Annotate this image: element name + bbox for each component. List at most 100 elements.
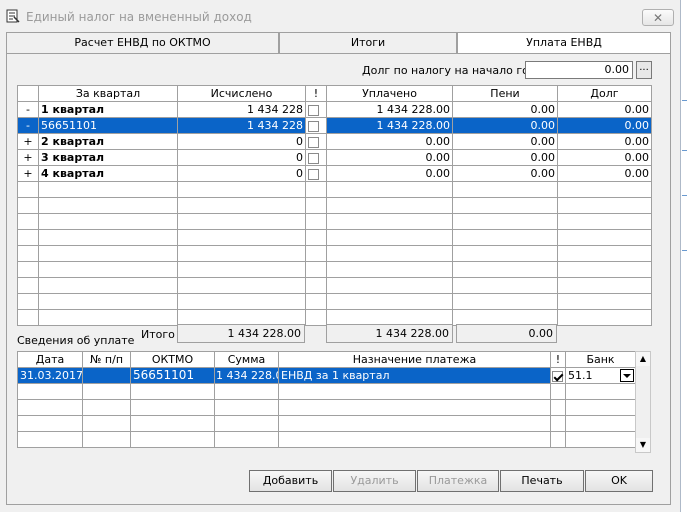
payments-header-row: Дата № п/п ОКТМО Сумма Назначение платеж… <box>17 351 636 368</box>
bank-value[interactable]: 51.1 <box>568 369 593 382</box>
paid-cell: 0.00 <box>326 133 453 150</box>
expander-toggle[interactable]: + <box>17 165 39 182</box>
payment-order-button[interactable]: Платежка <box>417 470 499 492</box>
column-header-quarter[interactable]: За квартал <box>38 85 178 102</box>
empty-row <box>17 431 636 448</box>
quarter-name: 4 квартал <box>38 165 178 182</box>
column-header-flag[interactable]: ! <box>550 351 566 368</box>
scroll-up-icon[interactable]: ▲ <box>636 352 650 366</box>
paid-cell: 1 434 228.00 <box>326 117 453 134</box>
expander-toggle[interactable]: - <box>17 101 39 118</box>
app-icon <box>6 9 20 23</box>
ok-button[interactable]: OK <box>585 470 653 492</box>
column-header-date[interactable]: Дата <box>17 351 83 368</box>
payment-date[interactable]: 31.03.2017 <box>17 367 83 384</box>
payment-purpose[interactable]: ЕНВД за 1 квартал <box>278 367 551 384</box>
close-icon: ✕ <box>652 11 664 25</box>
payment-number[interactable] <box>82 367 131 384</box>
row-checkbox[interactable] <box>308 136 319 148</box>
paid-cell: 0.00 <box>326 165 453 182</box>
payment-oktmo[interactable]: 56651101 <box>130 367 215 384</box>
dialog-window: Единый налог на вмененный доход ✕ Расчет… <box>0 0 681 512</box>
calculated-cell: 0 <box>177 149 306 166</box>
column-header-oktmo[interactable]: ОКТМО <box>130 351 215 368</box>
debt-cell: 0.00 <box>557 101 652 118</box>
quarter-name: 1 квартал <box>38 101 178 118</box>
expander-toggle[interactable]: + <box>17 149 39 166</box>
column-header-penalty[interactable]: Пени <box>452 85 558 102</box>
penalty-cell: 0.00 <box>452 133 558 150</box>
column-header-debt[interactable]: Долг <box>557 85 652 102</box>
quarter-row-selected[interactable]: - 56651101 1 434 228 1 434 228.00 0.00 0… <box>17 117 652 134</box>
quarter-row[interactable]: + 2 квартал 0 0.00 0.00 0.00 <box>17 133 652 150</box>
penalty-cell: 0.00 <box>452 165 558 182</box>
delete-button[interactable]: Удалить <box>333 470 416 492</box>
close-button[interactable]: ✕ <box>642 9 674 26</box>
total-calculated: 1 434 228.00 <box>177 324 305 343</box>
totals-label: Итого <box>141 328 175 341</box>
empty-row <box>17 383 636 400</box>
payment-amount[interactable]: 1 434 228.00 <box>214 367 279 384</box>
quarter-name: 2 квартал <box>38 133 178 150</box>
tab-totals[interactable]: Итоги <box>279 32 457 53</box>
expander-toggle[interactable]: + <box>17 133 39 150</box>
payments-scrollbar[interactable]: ▲ ▼ <box>635 351 651 453</box>
tab-envd-payment[interactable]: Уплата ЕНВД <box>457 32 671 54</box>
empty-row <box>17 399 636 416</box>
chevron-down-icon[interactable] <box>620 369 634 382</box>
debt-input[interactable]: 0.00 <box>525 61 633 79</box>
column-header-flag[interactable]: ! <box>305 85 327 102</box>
column-header-paid[interactable]: Уплачено <box>326 85 453 102</box>
row-checkbox[interactable] <box>308 152 319 164</box>
quarter-row[interactable]: + 3 квартал 0 0.00 0.00 0.00 <box>17 149 652 166</box>
empty-row <box>17 415 636 432</box>
penalty-cell: 0.00 <box>452 149 558 166</box>
calculated-cell: 1 434 228 <box>177 117 306 134</box>
debt-cell: 0.00 <box>557 133 652 150</box>
background-edge-mark <box>682 100 687 101</box>
window-title: Единый налог на вмененный доход <box>26 10 252 24</box>
quarter-row[interactable]: - 1 квартал 1 434 228 1 434 228.00 0.00 … <box>17 101 652 118</box>
debt-lookup-button[interactable]: ... <box>636 61 652 79</box>
quarter-row[interactable]: + 4 квартал 0 0.00 0.00 0.00 <box>17 165 652 182</box>
expander-toggle[interactable]: - <box>17 117 39 134</box>
empty-row <box>17 181 652 198</box>
background-edge-mark <box>682 195 687 196</box>
column-header-amount[interactable]: Сумма <box>214 351 279 368</box>
add-button[interactable]: Добавить <box>249 470 332 492</box>
calculated-cell: 1 434 228 <box>177 101 306 118</box>
column-header-number[interactable]: № п/п <box>82 351 131 368</box>
oktmo-name: 56651101 <box>38 117 178 134</box>
empty-row <box>17 293 652 310</box>
column-header-calculated[interactable]: Исчислено <box>177 85 306 102</box>
quarters-header-row: За квартал Исчислено ! Уплачено Пени Дол… <box>17 85 652 102</box>
quarters-table: За квартал Исчислено ! Уплачено Пени Дол… <box>17 85 652 326</box>
quarter-name: 3 квартал <box>38 149 178 166</box>
calculated-cell: 0 <box>177 165 306 182</box>
payment-checkbox[interactable] <box>552 370 563 382</box>
scroll-down-icon[interactable]: ▼ <box>636 438 650 452</box>
payments-section-label: Сведения об уплате <box>17 334 135 347</box>
empty-row <box>17 213 652 230</box>
debt-label: Долг по налогу на начало года <box>362 64 544 77</box>
tab-oktmo-calculation[interactable]: Расчет ЕНВД по ОКТМО <box>6 32 279 53</box>
row-checkbox[interactable] <box>308 168 319 180</box>
column-header-bank[interactable]: Банк <box>565 351 636 368</box>
penalty-cell: 0.00 <box>452 117 558 134</box>
empty-row <box>17 229 652 246</box>
penalty-cell: 0.00 <box>452 101 558 118</box>
payment-row-selected[interactable]: 31.03.2017 56651101 1 434 228.00 ЕНВД за… <box>17 367 636 384</box>
total-penalty: 0.00 <box>456 324 557 343</box>
print-button[interactable]: Печать <box>500 470 584 492</box>
title-bar: Единый налог на вмененный доход ✕ <box>0 0 680 32</box>
background-edge <box>681 0 687 512</box>
debt-cell: 0.00 <box>557 149 652 166</box>
row-checkbox[interactable] <box>308 104 319 116</box>
empty-row <box>17 245 652 262</box>
empty-row <box>17 261 652 278</box>
background-edge-mark <box>682 150 687 151</box>
total-paid: 1 434 228.00 <box>326 324 453 343</box>
row-checkbox[interactable] <box>308 120 319 132</box>
column-header-purpose[interactable]: Назначение платежа <box>278 351 551 368</box>
paid-cell: 0.00 <box>326 149 453 166</box>
